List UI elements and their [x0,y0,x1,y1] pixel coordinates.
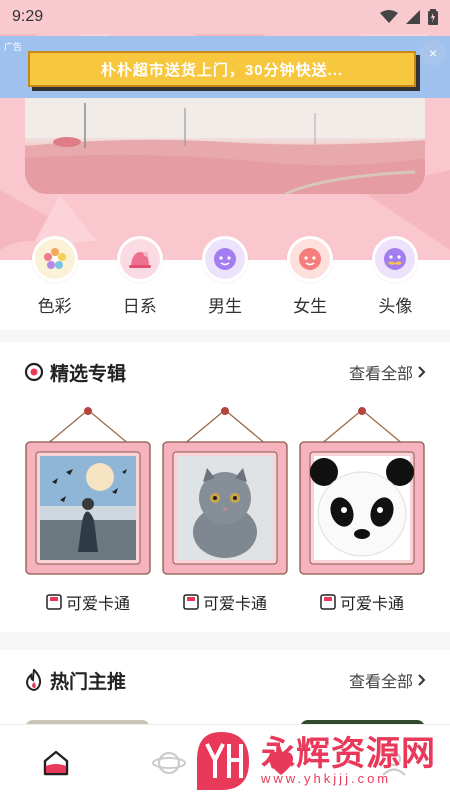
watermark-url: www.yhkjjj.com [261,770,392,786]
album-badge-icon [183,594,199,610]
ad-text: 朴朴超市送货上门，30分钟快送... [100,61,344,79]
featured-title: 精选专辑 [24,359,126,386]
album-label: 可爱卡通 [183,590,267,614]
featured-section: 精选专辑 查看全部 可爱卡通 可爱卡通 可爱卡通 [0,342,450,632]
status-time: 9:29 [12,8,44,25]
wifi-icon [380,10,398,23]
album-badge-icon [320,594,336,610]
album-frame [22,402,154,580]
battery-icon [428,9,438,25]
hot-title: 热门主推 [24,667,126,694]
signal-icon [406,10,420,24]
status-icons [380,9,438,25]
nav-home[interactable] [26,733,86,793]
category-bar: 色彩 日系 男生 女生 头像 [0,236,450,330]
category-avatar[interactable]: 头像 [360,236,430,330]
hot-view-all-link[interactable]: 查看全部 [349,668,426,692]
ad-label: 广告 [4,42,23,52]
watermark-logo-icon [197,732,249,790]
album-card[interactable]: 可爱卡通 [159,402,291,614]
flower-icon [43,248,66,269]
category-color[interactable]: 色彩 [20,236,90,330]
category-boy[interactable]: 男生 [190,236,260,330]
category-label: 色彩 [37,297,72,316]
category-label: 头像 [378,297,413,316]
album-label: 可爱卡通 [320,590,404,614]
featured-view-all-link[interactable]: 查看全部 [349,360,426,384]
album-card[interactable]: 可爱卡通 [296,402,428,614]
banner-image[interactable] [25,88,425,194]
album-list: 可爱卡通 可爱卡通 可爱卡通 [0,402,450,614]
album-frame [159,402,291,580]
girl-face-icon [299,248,322,270]
hot-header: 热门主推 查看全部 [0,650,450,710]
featured-header: 精选专辑 查看全部 [0,342,450,402]
album-label: 可爱卡通 [46,590,130,614]
flame-icon [25,669,42,691]
nav-discover[interactable] [139,733,199,793]
hat-icon [128,251,151,268]
ad-close-icon[interactable]: × [420,40,446,66]
album-card[interactable]: 可爱卡通 [22,402,154,614]
home-icon [44,750,69,775]
category-label: 男生 [207,297,242,316]
status-bar: 9:29 [0,0,450,34]
mustache-face-icon [384,248,407,270]
planet-icon [151,751,186,774]
watermark-text: 永辉资源网 [261,734,436,773]
album-frame [296,402,428,580]
target-icon [24,362,44,382]
album-badge-icon [46,594,62,610]
ad-text-box[interactable]: 朴朴超市送货上门，30分钟快送... [28,51,416,87]
watermark: 永辉资源网 www.yhkjjj.com [191,730,436,792]
category-label: 女生 [293,297,328,316]
chevron-right-icon [418,674,426,686]
category-girl[interactable]: 女生 [275,236,345,330]
category-japanese[interactable]: 日系 [105,236,175,330]
chevron-right-icon [418,366,426,378]
ad-banner[interactable]: 广告 朴朴超市送货上门，30分钟快送... [0,36,450,98]
category-label: 日系 [122,297,157,316]
boy-face-icon [213,248,236,270]
